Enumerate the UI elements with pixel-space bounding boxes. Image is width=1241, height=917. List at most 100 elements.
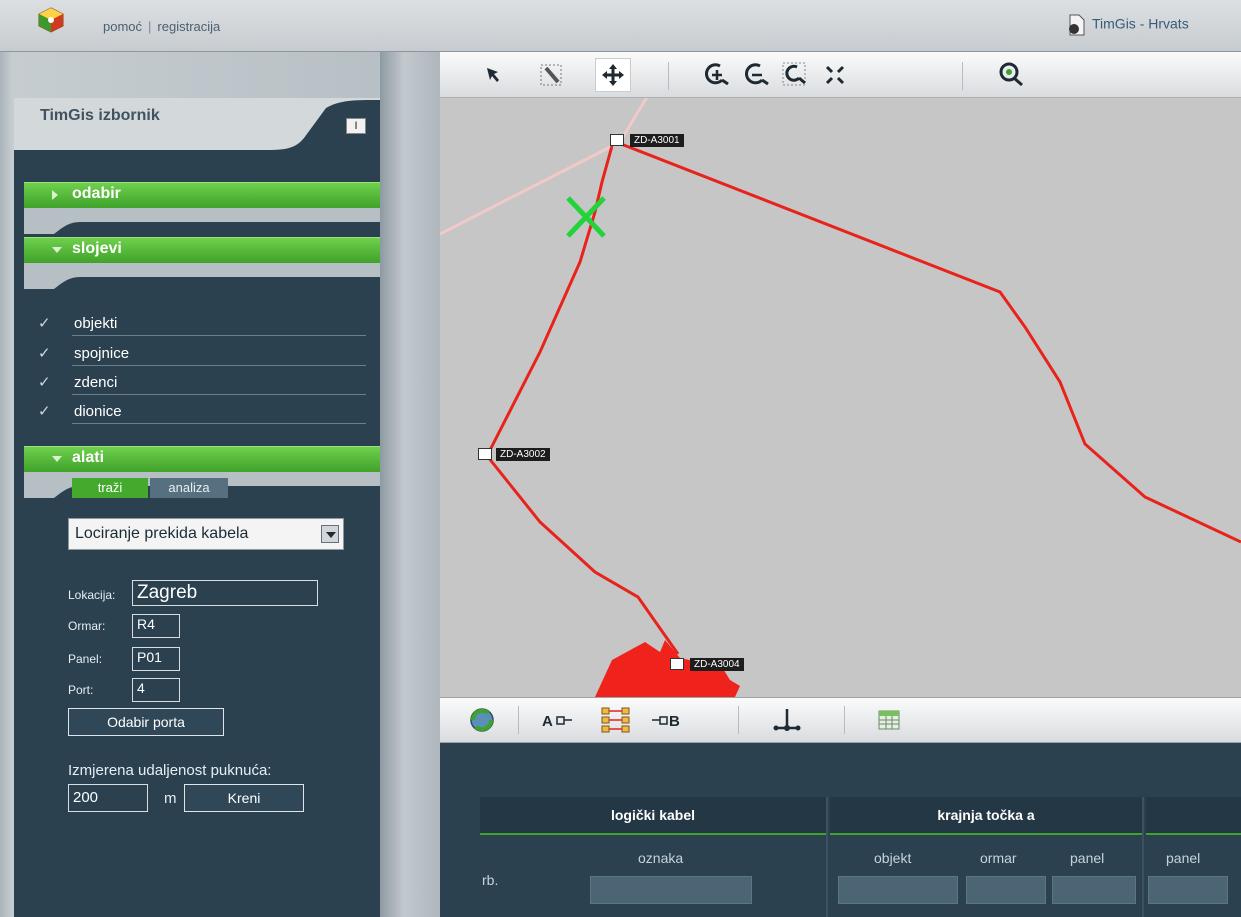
lokacija-label: Lokacija:	[68, 588, 116, 602]
section-alati-label: alati	[72, 449, 105, 466]
col-panel-b: panel	[1166, 850, 1201, 866]
layer-dionice[interactable]: ✓ dionice	[38, 398, 378, 427]
distance-unit: m	[164, 790, 177, 807]
top-links: pomoć | registracija	[103, 19, 220, 34]
pan-button[interactable]	[595, 58, 631, 92]
app-title: TimGis - Hrvats	[1066, 14, 1189, 36]
filter-panel[interactable]	[1052, 876, 1136, 904]
chevron-down-icon	[52, 247, 62, 253]
checkbox-checked-icon[interactable]: ✓	[38, 402, 51, 420]
filter-ormar[interactable]	[966, 876, 1046, 904]
endpoint-a-icon[interactable]: A	[540, 706, 580, 734]
section-slojevi[interactable]: slojevi	[14, 237, 380, 289]
zoom-out-icon[interactable]	[742, 60, 772, 90]
manhole-icon	[610, 134, 624, 146]
node-label: ZD-A3002	[496, 448, 550, 461]
panel-value: P01	[137, 649, 162, 665]
col-ormar: ormar	[980, 850, 1017, 866]
column-divider	[1142, 797, 1144, 917]
panel-gutter	[380, 52, 440, 917]
tab-trazi[interactable]: traži	[72, 478, 148, 498]
layer-spojnice[interactable]: ✓ spojnice	[38, 340, 378, 369]
lokacija-field[interactable]: Zagreb	[132, 580, 318, 606]
identify-icon[interactable]	[996, 60, 1026, 90]
endpoint-b-icon[interactable]: B	[650, 706, 690, 734]
dropdown-arrow-icon[interactable]	[321, 525, 339, 543]
table-icon[interactable]	[876, 706, 902, 734]
sidebar-title: TimGis izbornik	[40, 107, 160, 124]
svg-text:A: A	[542, 713, 553, 730]
section-odabir-label: odabir	[72, 185, 121, 202]
app-title-text: TimGis - Hrvats	[1092, 15, 1189, 32]
checkbox-checked-icon[interactable]: ✓	[38, 373, 51, 391]
tab-analiza[interactable]: analiza	[150, 478, 228, 498]
section-odabir[interactable]: odabir	[14, 182, 380, 234]
map-canvas[interactable]: ZD-A3001 ZD-A3002 ZD-A3004	[440, 52, 1241, 697]
col-objekt: objekt	[874, 850, 912, 866]
node-label: ZD-A3001	[630, 134, 684, 147]
divider	[72, 335, 366, 336]
cable-line[interactable]	[615, 140, 1241, 544]
divider	[72, 365, 366, 366]
port-value: 4	[137, 680, 145, 696]
col-rb: rb.	[482, 872, 499, 888]
toolbar-separator	[962, 62, 963, 90]
layer-objekti[interactable]: ✓ objekti	[38, 310, 378, 339]
kreni-button[interactable]: Kreni	[184, 784, 304, 812]
tool-select[interactable]: Lociranje prekida kabela	[68, 518, 344, 550]
filter-panel-b[interactable]	[1148, 876, 1228, 904]
timgis-logo-icon[interactable]	[38, 7, 64, 33]
distance-value: 200	[73, 789, 99, 806]
filter-objekt[interactable]	[838, 876, 958, 904]
box-select-icon[interactable]	[536, 60, 566, 90]
checkbox-checked-icon[interactable]: ✓	[38, 344, 51, 362]
zoom-in-icon[interactable]	[702, 60, 732, 90]
port-label: Port:	[68, 683, 94, 697]
select-arrow-icon[interactable]	[478, 60, 508, 90]
group-header-krajnja-tocka-b	[1146, 797, 1241, 835]
zoom-extent-icon[interactable]	[820, 60, 850, 90]
distance-label: Izmjerena udaljenost puknuća:	[68, 762, 272, 779]
panel-label: Panel:	[68, 652, 103, 666]
help-link[interactable]: pomoć	[103, 19, 142, 34]
col-panel: panel	[1070, 850, 1105, 866]
odabir-porta-button[interactable]: Odabir porta	[68, 708, 224, 736]
checkbox-checked-icon[interactable]: ✓	[38, 314, 51, 332]
bottom-toolbar: A B	[440, 697, 1241, 743]
layer-label: objekti	[74, 315, 118, 332]
link-separator: |	[148, 19, 152, 34]
cable-line[interactable]	[486, 145, 614, 455]
layer-zdenci[interactable]: ✓ zdenci	[38, 369, 378, 398]
top-bar: pomoć | registracija TimGis - Hrvats	[0, 0, 1241, 52]
filter-oznaka[interactable]	[590, 876, 752, 904]
toolbar-separator	[844, 706, 845, 734]
node-label: ZD-A3004	[690, 658, 744, 671]
port-field[interactable]: 4	[132, 678, 180, 702]
tool-tabs: traži analiza	[0, 478, 380, 500]
ormar-field[interactable]: R4	[132, 614, 180, 638]
column-divider	[826, 797, 828, 917]
map-drawing	[440, 91, 1241, 697]
manhole-icon	[478, 448, 492, 460]
distance-field[interactable]: 200	[68, 784, 148, 812]
group-header-krajnja-tocka-a: krajnja točka a	[830, 797, 1142, 835]
zoom-box-icon[interactable]	[780, 60, 810, 90]
splice-icon[interactable]	[772, 706, 802, 734]
divider	[72, 394, 366, 395]
layer-label: zdenci	[74, 374, 118, 391]
sidebar-collapse-button[interactable]: I	[346, 118, 366, 134]
refresh-globe-icon[interactable]	[468, 706, 496, 734]
ormar-value: R4	[137, 616, 155, 632]
panel-field[interactable]: P01	[132, 647, 180, 671]
cable-line[interactable]	[486, 456, 680, 655]
section-slojevi-shadow	[24, 263, 380, 289]
register-link[interactable]: registracija	[157, 19, 220, 34]
toolbar-separator	[738, 706, 739, 734]
tool-select-value: Lociranje prekida kabela	[75, 525, 249, 542]
lokacija-value: Zagreb	[137, 582, 198, 603]
document-icon	[1069, 14, 1085, 36]
pan-move-icon	[602, 64, 624, 86]
layer-label: spojnice	[74, 345, 130, 362]
cable-list-icon[interactable]	[600, 706, 632, 734]
divider	[72, 423, 366, 424]
